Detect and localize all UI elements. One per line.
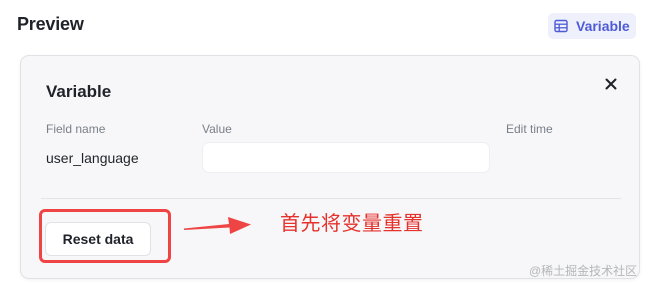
divider [41,198,621,199]
close-button[interactable] [601,74,621,94]
column-header-field-name: Field name [46,122,106,136]
close-icon [605,78,617,90]
field-name-cell: user_language [46,150,139,166]
panel-title: Variable [46,82,112,101]
annotation-text: 首先将变量重置 [280,213,424,235]
column-header-value: Value [202,122,232,136]
table-icon [554,19,568,33]
watermark: @稀土掘金技术社区 [529,264,638,278]
value-input[interactable] [202,142,490,173]
page-title: Preview [17,14,84,34]
column-header-edit-time: Edit time [506,122,553,136]
variable-toggle-button[interactable]: Variable [548,13,636,39]
annotation-highlight-box [39,209,171,263]
annotation-arrow-icon [184,217,251,234]
variable-toggle-label: Variable [576,18,630,34]
